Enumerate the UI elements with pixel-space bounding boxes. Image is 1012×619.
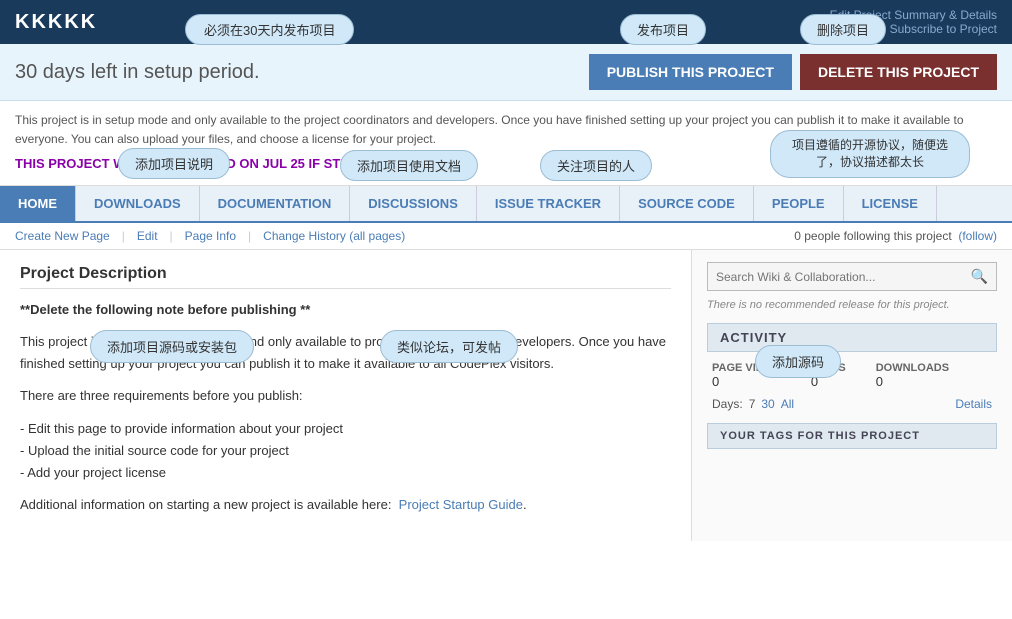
search-box[interactable]: 🔍 (707, 262, 997, 291)
content-para1: This project is currently in setup mode … (20, 331, 671, 375)
separator1: | (122, 229, 125, 243)
release-note: There is no recommended release for this… (707, 299, 997, 311)
tags-header: YOUR TAGS FOR THIS PROJECT (707, 423, 997, 449)
subscribe-link[interactable]: Subscribe to Project (890, 22, 997, 36)
content-list: Edit this page to provide information ab… (20, 418, 671, 484)
tab-source-code[interactable]: SOURCE CODE (620, 186, 754, 221)
notice-warning: THIS PROJECT WILL BE REMOVED ON JUL 25 I… (15, 154, 997, 175)
list-item-3: Add your project license (20, 462, 671, 484)
stat-visits: VISITS 0 (811, 362, 846, 389)
guide-link[interactable]: Project Startup Guide (399, 497, 523, 512)
followers-info: 0 people following this project (follow) (794, 229, 997, 243)
search-input[interactable] (708, 263, 963, 290)
days-all-link[interactable]: All (781, 397, 794, 411)
page-views-value: 0 (712, 374, 781, 389)
setup-banner: 30 days left in setup period. PUBLISH TH… (0, 44, 1012, 101)
page-info-link[interactable]: Page Info (185, 229, 236, 243)
search-button[interactable]: 🔍 (963, 263, 996, 290)
separator3: | (248, 229, 251, 243)
stat-page-views: PAGE VIEWS 0 (712, 362, 781, 389)
activity-stats: PAGE VIEWS 0 VISITS 0 DOWNLOADS 0 (707, 362, 997, 389)
follow-link[interactable]: (follow) (958, 229, 997, 243)
section-title: Project Description (20, 265, 671, 289)
create-new-page-link[interactable]: Create New Page (15, 229, 110, 243)
change-history-link[interactable]: Change History (all pages) (263, 229, 405, 243)
days-30-link[interactable]: 30 (761, 397, 774, 411)
delete-button[interactable]: DELETE THIS PROJECT (800, 54, 997, 90)
content-bold: **Delete the following note before publi… (20, 299, 671, 321)
sidebar: 🔍 There is no recommended release for th… (692, 250, 1012, 541)
details-link[interactable]: Details (955, 397, 992, 411)
downloads-value: 0 (876, 374, 949, 389)
days-label: Days: (712, 397, 743, 411)
notice-text: This project is in setup mode and only a… (15, 111, 997, 149)
banner-text: 30 days left in setup period. (15, 61, 260, 84)
activity-days: Days: 7 30 All Details (707, 397, 997, 411)
tab-discussions[interactable]: DISCUSSIONS (350, 186, 477, 221)
visits-label: VISITS (811, 362, 846, 374)
content-para2: There are three requirements before you … (20, 385, 671, 407)
tab-downloads[interactable]: DOWNLOADS (76, 186, 200, 221)
edit-project-link[interactable]: Edit Project Summary & Details (830, 8, 997, 22)
downloads-label: DOWNLOADS (876, 362, 949, 374)
tab-license[interactable]: LICENSE (844, 186, 937, 221)
header-actions: Edit Project Summary & Details Subscribe… (830, 8, 997, 36)
sub-nav: Create New Page | Edit | Page Info | Cha… (0, 223, 1012, 250)
notice-area: This project is in setup mode and only a… (0, 101, 1012, 186)
stat-downloads: DOWNLOADS 0 (876, 362, 949, 389)
visits-value: 0 (811, 374, 846, 389)
tab-issue-tracker[interactable]: ISSUE TRACKER (477, 186, 620, 221)
page-views-label: PAGE VIEWS (712, 362, 781, 374)
content-footer: Additional information on starting a new… (20, 494, 671, 516)
tab-people[interactable]: PEOPLE (754, 186, 844, 221)
banner-buttons: PUBLISH THIS PROJECT DELETE THIS PROJECT (589, 54, 997, 90)
main-layout: Project Description **Delete the followi… (0, 250, 1012, 541)
list-item-2: Upload the initial source code for your … (20, 440, 671, 462)
tab-documentation[interactable]: DOCUMENTATION (200, 186, 351, 221)
publish-button[interactable]: PUBLISH THIS PROJECT (589, 54, 792, 90)
site-logo: KKKKK (15, 11, 97, 34)
list-item-1: Edit this page to provide information ab… (20, 418, 671, 440)
header-links: Edit Project Summary & Details Subscribe… (830, 8, 997, 36)
separator2: | (170, 229, 173, 243)
days-7: 7 (749, 397, 756, 411)
activity-header: ACTIVITY (707, 323, 997, 352)
tab-home[interactable]: HOME (0, 186, 76, 221)
followers-count: 0 people following this project (794, 229, 951, 243)
nav-tabs: HOME DOWNLOADS DOCUMENTATION DISCUSSIONS… (0, 186, 1012, 223)
main-content: Project Description **Delete the followi… (0, 250, 692, 541)
header: KKKKK Edit Project Summary & Details Sub… (0, 0, 1012, 44)
edit-link[interactable]: Edit (137, 229, 158, 243)
